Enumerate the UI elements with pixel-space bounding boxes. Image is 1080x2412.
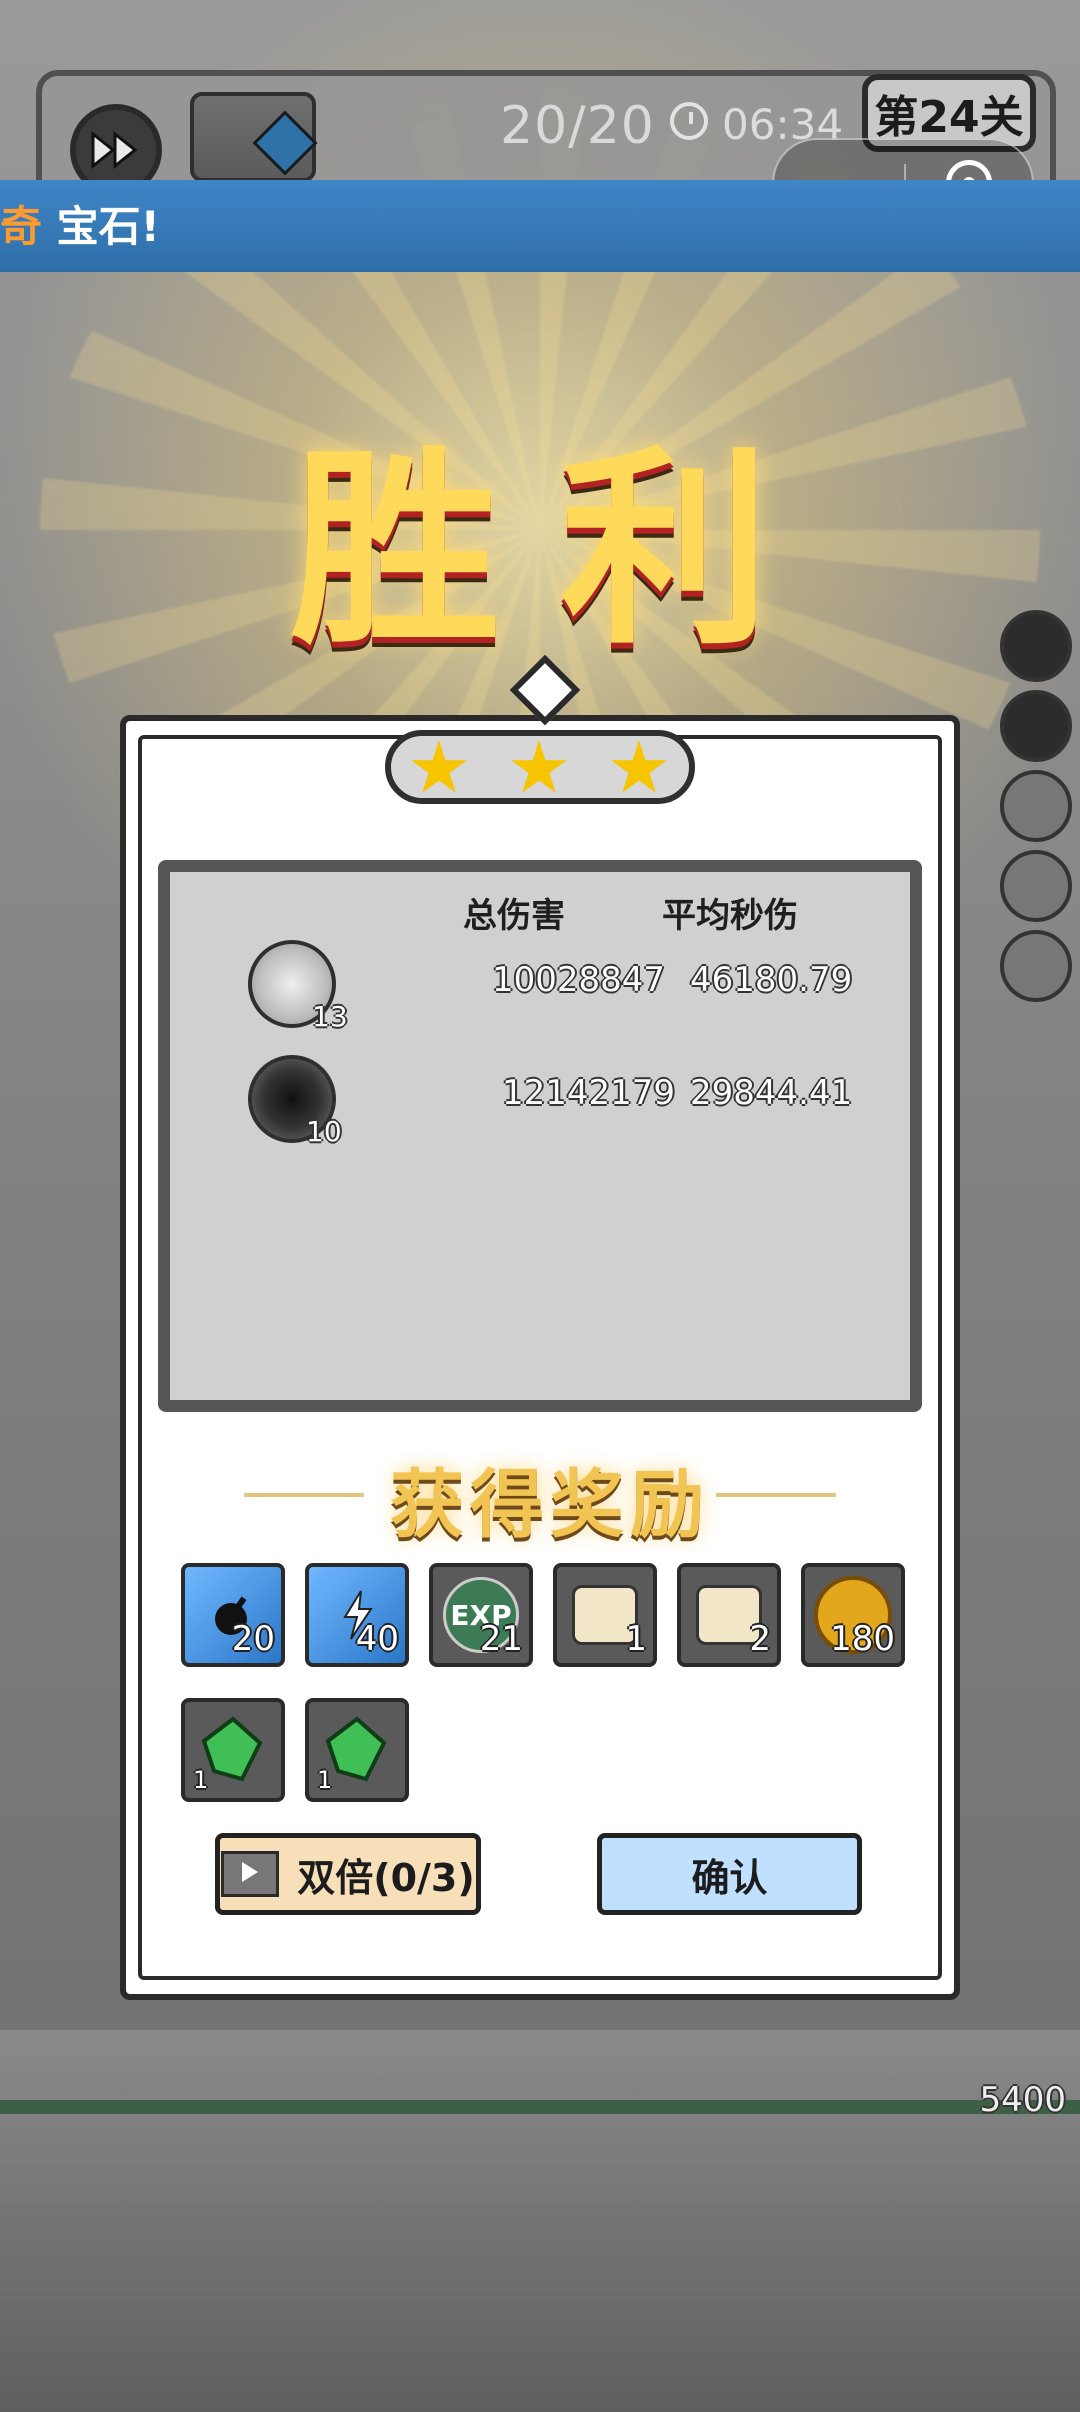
total-damage-value: 12142179 bbox=[502, 1073, 676, 1113]
avg-dps-value: 46180.79 bbox=[690, 960, 853, 1000]
reward-item[interactable]: 180 bbox=[801, 1563, 905, 1667]
reward-divider-right bbox=[716, 1493, 836, 1497]
avg-dps-value: 29844.41 bbox=[690, 1073, 853, 1113]
reward-item[interactable]: 2 bbox=[677, 1563, 781, 1667]
reward-count: 20 bbox=[231, 1619, 275, 1659]
reward-item[interactable]: 20 bbox=[181, 1563, 285, 1667]
total-damage-value: 10028847 bbox=[492, 960, 666, 1000]
wave-progress: 20/20 bbox=[500, 96, 655, 156]
fast-forward-icon bbox=[91, 130, 138, 170]
clock-icon bbox=[670, 102, 708, 140]
double-reward-label: 双倍(0/3) bbox=[297, 1855, 475, 1900]
side-skill-slot-1[interactable] bbox=[1000, 610, 1072, 682]
avg-dps-header: 平均秒伤 bbox=[662, 896, 798, 936]
victory-title: 胜利 bbox=[290, 426, 831, 673]
skill-level: 10 bbox=[306, 1115, 342, 1148]
video-icon bbox=[221, 1851, 280, 1897]
announcement-banner bbox=[0, 180, 1080, 272]
reward-count: 40 bbox=[355, 1619, 399, 1659]
reward-divider-left bbox=[244, 1493, 364, 1497]
wall-hp-value: 5400 bbox=[979, 2080, 1066, 2120]
side-skill-slot-4[interactable] bbox=[1000, 850, 1072, 922]
reward-count: 1 bbox=[317, 1766, 333, 1794]
reward-title: 获得奖励 bbox=[390, 1462, 710, 1548]
skill-level: 13 bbox=[312, 1000, 348, 1033]
reward-count: 1 bbox=[625, 1619, 647, 1659]
health-strip bbox=[0, 2100, 1080, 2114]
reward-item[interactable]: 1 bbox=[181, 1698, 285, 1802]
battle-ground bbox=[0, 2030, 1080, 2412]
reward-item[interactable]: 1 bbox=[305, 1698, 409, 1802]
green-crystal-icon bbox=[325, 1716, 387, 1782]
reward-item[interactable]: EXP 21 bbox=[429, 1563, 533, 1667]
total-damage-header: 总伤害 bbox=[463, 896, 565, 936]
reward-count: 2 bbox=[749, 1619, 771, 1659]
double-reward-button[interactable]: 双倍(0/3) bbox=[215, 1833, 481, 1915]
reward-count: 21 bbox=[479, 1619, 523, 1659]
side-skill-slot-5[interactable] bbox=[1000, 930, 1072, 1002]
reward-count: 1 bbox=[193, 1766, 209, 1794]
banner-prefix: 奇 bbox=[0, 202, 43, 251]
reward-item[interactable]: 1 bbox=[553, 1563, 657, 1667]
confirm-label: 确认 bbox=[691, 1855, 768, 1900]
banner-message: 宝石! bbox=[56, 202, 160, 251]
banner-text: 奇 宝石! bbox=[0, 193, 160, 254]
reward-item[interactable]: 40 bbox=[305, 1563, 409, 1667]
reward-count: 180 bbox=[830, 1619, 895, 1659]
side-skill-slot-2[interactable] bbox=[1000, 690, 1072, 762]
side-skill-slot-3[interactable] bbox=[1000, 770, 1072, 842]
green-crystal-icon bbox=[201, 1716, 263, 1782]
confirm-button[interactable]: 确认 bbox=[597, 1833, 862, 1915]
